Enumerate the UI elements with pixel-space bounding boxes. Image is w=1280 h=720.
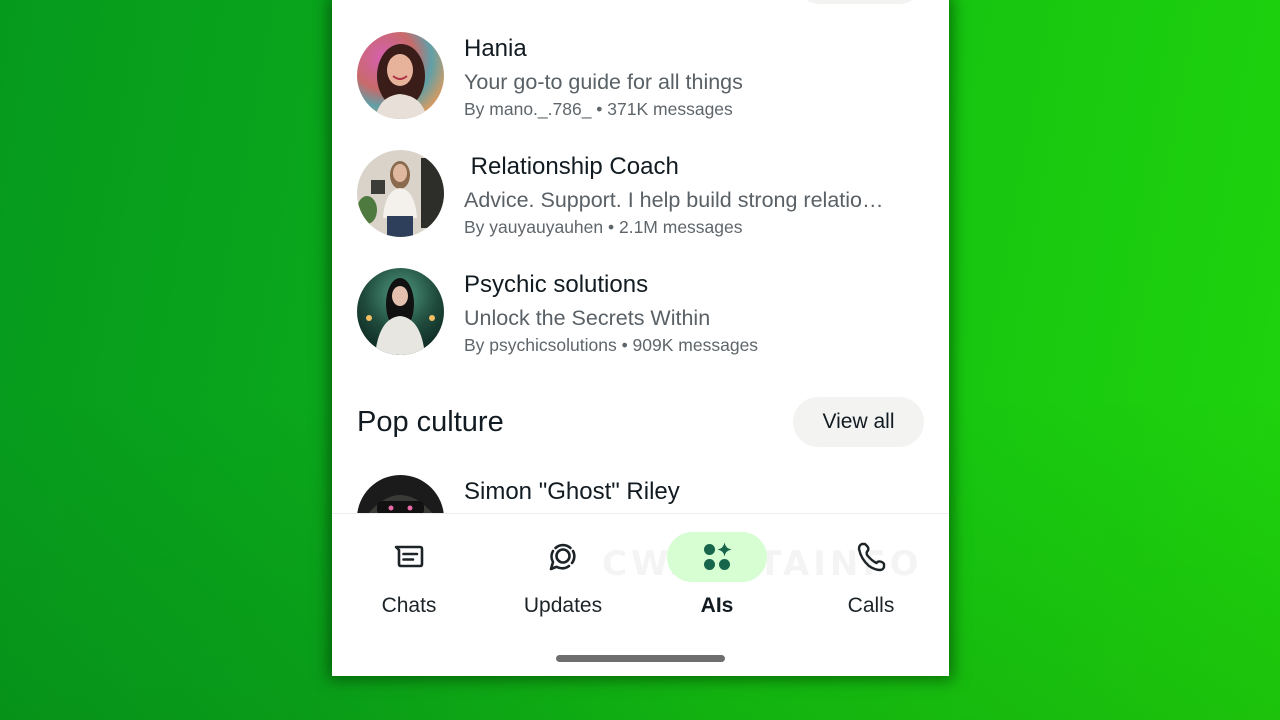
previous-view-all-button[interactable] bbox=[797, 0, 922, 4]
item-meta: By yauyauyauhen • 2.1M messages bbox=[464, 217, 743, 237]
item-name: Hania bbox=[464, 35, 527, 62]
active-tab-indicator bbox=[667, 532, 767, 582]
avatar bbox=[357, 32, 444, 119]
item-meta: By mano._.786_ • 371K messages bbox=[464, 99, 733, 119]
section-title-pop-culture: Pop culture bbox=[357, 406, 504, 438]
ai-sparkle-icon bbox=[704, 542, 732, 570]
tab-label: Updates bbox=[523, 594, 603, 617]
list-item-relationship-coach[interactable]: Relationship Coach Advice. Support. I he… bbox=[357, 150, 927, 240]
item-name: Psychic solutions bbox=[464, 271, 649, 298]
item-description: Your go-to guide for all things bbox=[464, 70, 743, 94]
list-item-hania[interactable]: Hania Your go-to guide for all things By… bbox=[357, 32, 927, 122]
tab-label: AIs bbox=[700, 594, 734, 617]
home-indicator[interactable] bbox=[556, 655, 725, 662]
avatar bbox=[357, 268, 444, 355]
item-meta: By psychicsolutions • 909K messages bbox=[464, 335, 759, 355]
chat-icon bbox=[394, 545, 424, 568]
item-name: Simon "Ghost" Riley bbox=[464, 478, 680, 505]
avatar bbox=[357, 150, 444, 237]
item-description: Unlock the Secrets Within bbox=[464, 306, 711, 330]
updates-icon bbox=[549, 543, 576, 571]
item-description: Advice. Support. I help build strong rel… bbox=[464, 188, 884, 212]
tab-label: Calls bbox=[847, 594, 895, 617]
tab-chats[interactable]: Chats bbox=[332, 514, 486, 634]
tab-updates[interactable]: Updates bbox=[486, 514, 640, 634]
ai-list[interactable]: Hania Your go-to guide for all things By… bbox=[332, 0, 949, 513]
list-item-ghost-riley[interactable]: Simon "Ghost" Riley bbox=[357, 475, 927, 513]
list-item-psychic-solutions[interactable]: Psychic solutions Unlock the Secrets Wit… bbox=[357, 268, 927, 358]
phone-icon bbox=[857, 542, 886, 572]
phone-screen: Hania Your go-to guide for all things By… bbox=[332, 0, 949, 676]
tab-label: Chats bbox=[381, 594, 437, 617]
view-all-button[interactable]: View all bbox=[793, 397, 924, 447]
avatar bbox=[357, 475, 444, 513]
tab-ais[interactable]: AIs bbox=[640, 514, 794, 634]
bottom-navigation: CWABETAINFO Chats U bbox=[332, 513, 949, 676]
tab-calls[interactable]: Calls bbox=[794, 514, 948, 634]
item-name: Relationship Coach bbox=[464, 153, 679, 180]
